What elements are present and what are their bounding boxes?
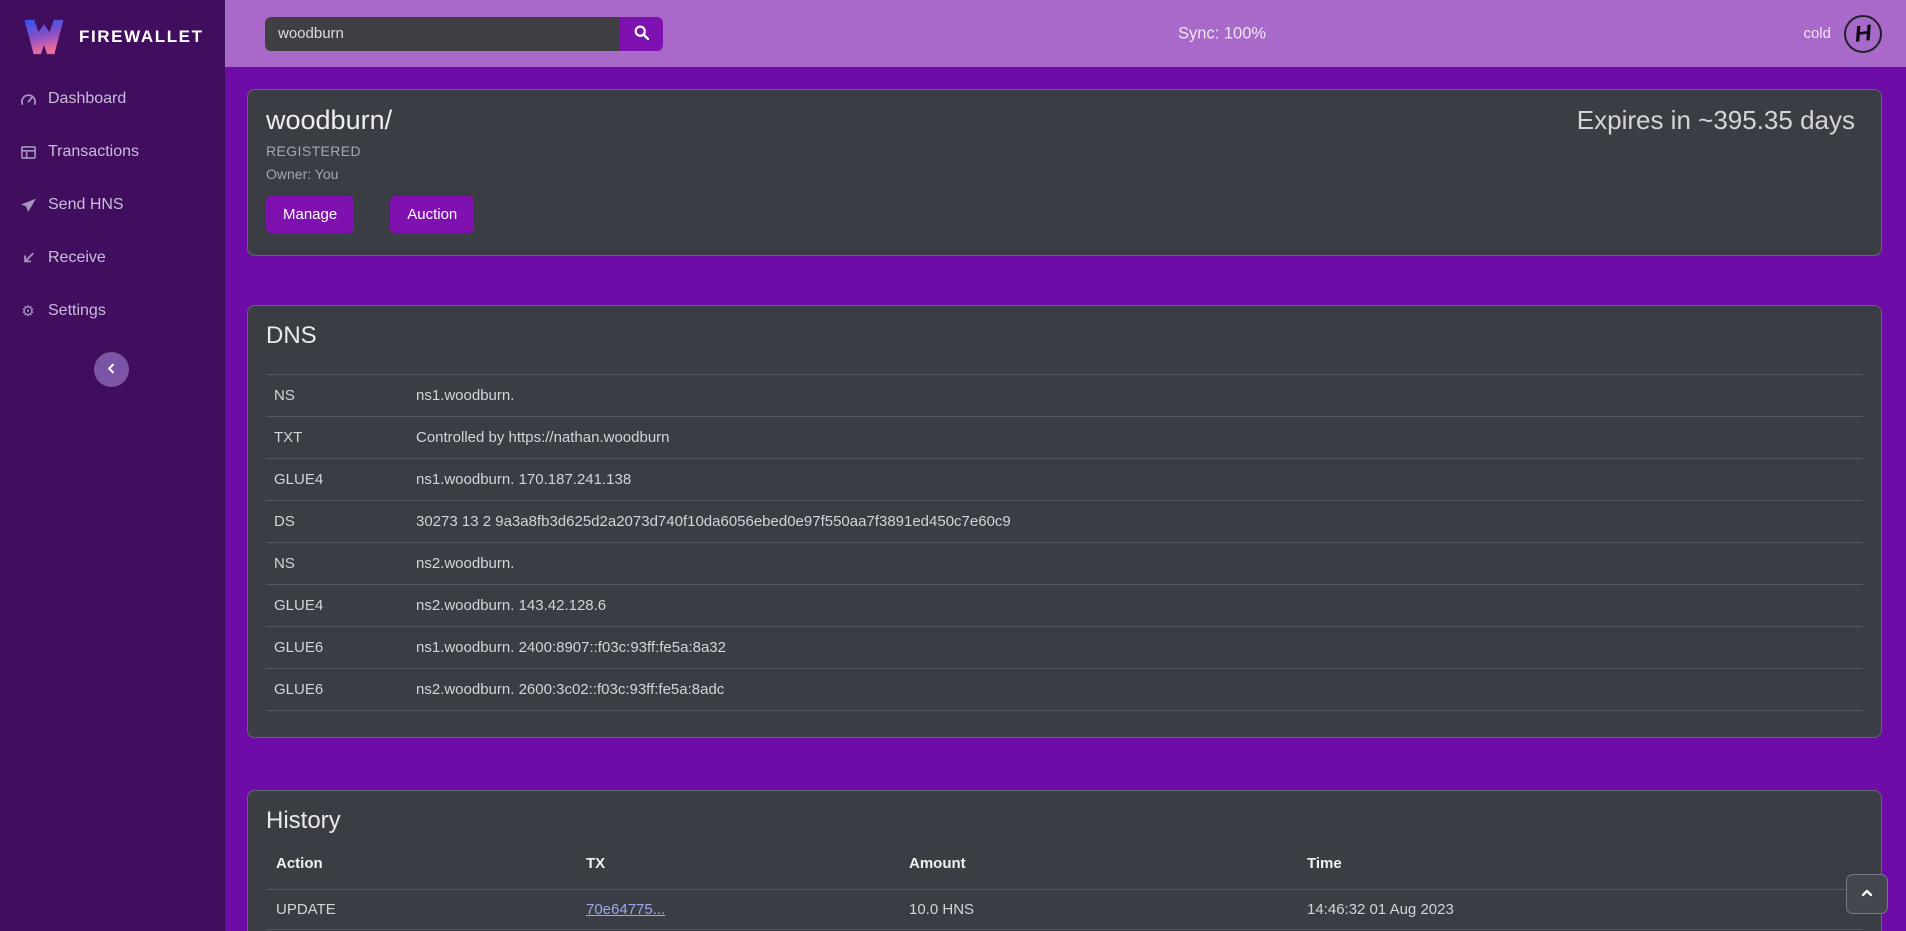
expires-label: Expires in ~395.35 days <box>1577 105 1855 136</box>
search-group <box>265 17 663 51</box>
history-action: UPDATE <box>266 890 576 930</box>
main-content: woodburn/ Expires in ~395.35 days REGIST… <box>225 67 1906 931</box>
dns-record-value: ns2.woodburn. <box>416 543 1863 585</box>
search-input[interactable] <box>265 17 620 51</box>
dns-card-title: DNS <box>266 322 1863 350</box>
domain-owner: Owner: You <box>266 166 1855 182</box>
dns-record-row: GLUE6 ns2.woodburn. 2600:3c02::f03c:93ff… <box>266 669 1863 711</box>
chevron-up-icon <box>1859 885 1875 904</box>
wallet-indicator: cold H <box>1803 15 1882 53</box>
history-col-tx: TX <box>576 849 899 890</box>
gear-icon: ⚙ <box>19 302 37 320</box>
sidebar-item-label: Receive <box>48 249 106 267</box>
sidebar-item-label: Dashboard <box>48 90 126 108</box>
sidebar-item-send-hns[interactable]: Send HNS <box>0 192 225 218</box>
dns-record-type: TXT <box>266 417 416 459</box>
sidebar-item-label: Transactions <box>48 143 139 161</box>
dashboard-icon <box>19 90 37 108</box>
dns-record-row: GLUE6 ns1.woodburn. 2400:8907::f03c:93ff… <box>266 627 1863 669</box>
history-card: History Action TX Amount Time UPDATE <box>247 790 1882 931</box>
brand-name: FIREWALLET <box>79 27 204 47</box>
search-icon <box>633 24 650 44</box>
dns-record-value: ns1.woodburn. 2400:8907::f03c:93ff:fe5a:… <box>416 627 1863 669</box>
history-amount: 10.0 HNS <box>899 890 1297 930</box>
firewallet-logo-icon <box>22 16 66 58</box>
tx-link[interactable]: 70e64775... <box>586 901 665 918</box>
content-column: Sync: 100% cold H woodburn/ Expires in ~… <box>225 0 1906 931</box>
dns-record-value: 30273 13 2 9a3a8fb3d625d2a2073d740f10da6… <box>416 501 1863 543</box>
sidebar-item-label: Send HNS <box>48 196 124 214</box>
dns-record-type: GLUE4 <box>266 459 416 501</box>
dns-card: DNS NS ns1.woodburn. TXT Controlled by h… <box>247 305 1882 738</box>
dns-record-value: ns1.woodburn. <box>416 375 1863 417</box>
sidebar: FIREWALLET Dashboard Transactions <box>0 0 225 931</box>
manage-button[interactable]: Manage <box>266 196 354 233</box>
sync-status: Sync: 100% <box>1178 24 1266 43</box>
receive-icon <box>19 249 37 267</box>
history-header-row: Action TX Amount Time <box>266 849 1863 890</box>
topbar: Sync: 100% cold H <box>225 0 1906 67</box>
sidebar-collapse-button[interactable] <box>94 352 129 387</box>
sidebar-item-receive[interactable]: Receive <box>0 245 225 271</box>
dns-record-row: TXT Controlled by https://nathan.woodbur… <box>266 417 1863 459</box>
history-table: Action TX Amount Time UPDATE 70e64775...… <box>266 849 1863 931</box>
dns-record-type: GLUE4 <box>266 585 416 627</box>
dns-record-type: GLUE6 <box>266 669 416 711</box>
history-card-title: History <box>266 807 1863 835</box>
dns-record-type: GLUE6 <box>266 627 416 669</box>
transactions-icon <box>19 143 37 161</box>
app-window: FIREWALLET Dashboard Transactions <box>0 0 1906 931</box>
sidebar-item-transactions[interactable]: Transactions <box>0 139 225 165</box>
domain-status: REGISTERED <box>266 143 1855 159</box>
dns-record-row: DS 30273 13 2 9a3a8fb3d625d2a2073d740f10… <box>266 501 1863 543</box>
handshake-logo-icon[interactable]: H <box>1844 15 1882 53</box>
dns-record-value: ns2.woodburn. 2600:3c02::f03c:93ff:fe5a:… <box>416 669 1863 711</box>
domain-card: woodburn/ Expires in ~395.35 days REGIST… <box>247 89 1882 256</box>
sidebar-nav: Dashboard Transactions Send HNS <box>0 86 225 324</box>
dns-record-row: GLUE4 ns2.woodburn. 143.42.128.6 <box>266 585 1863 627</box>
domain-name-title: woodburn/ <box>266 105 392 136</box>
send-icon <box>19 196 37 214</box>
dns-record-type: NS <box>266 543 416 585</box>
chevron-left-icon <box>104 361 119 379</box>
sidebar-item-settings[interactable]: ⚙ Settings <box>0 298 225 324</box>
history-col-amount: Amount <box>899 849 1297 890</box>
dns-record-row: NS ns2.woodburn. <box>266 543 1863 585</box>
dns-record-value: Controlled by https://nathan.woodburn <box>416 417 1863 459</box>
dns-record-row: NS ns1.woodburn. <box>266 375 1863 417</box>
sidebar-item-label: Settings <box>48 302 106 320</box>
scroll-to-top-button[interactable] <box>1846 874 1888 914</box>
auction-button[interactable]: Auction <box>390 196 474 233</box>
dns-records-table: NS ns1.woodburn. TXT Controlled by https… <box>266 374 1863 711</box>
history-col-action: Action <box>266 849 576 890</box>
history-col-time: Time <box>1297 849 1863 890</box>
dns-record-value: ns2.woodburn. 143.42.128.6 <box>416 585 1863 627</box>
search-button[interactable] <box>620 17 663 51</box>
dns-record-value: ns1.woodburn. 170.187.241.138 <box>416 459 1863 501</box>
dns-record-type: DS <box>266 501 416 543</box>
history-row: UPDATE 70e64775... 10.0 HNS 14:46:32 01 … <box>266 890 1863 930</box>
dns-record-type: NS <box>266 375 416 417</box>
wallet-name: cold <box>1803 25 1831 42</box>
dns-record-row: GLUE4 ns1.woodburn. 170.187.241.138 <box>266 459 1863 501</box>
history-time: 14:46:32 01 Aug 2023 <box>1297 890 1863 930</box>
sidebar-item-dashboard[interactable]: Dashboard <box>0 86 225 112</box>
brand-header: FIREWALLET <box>0 0 225 60</box>
